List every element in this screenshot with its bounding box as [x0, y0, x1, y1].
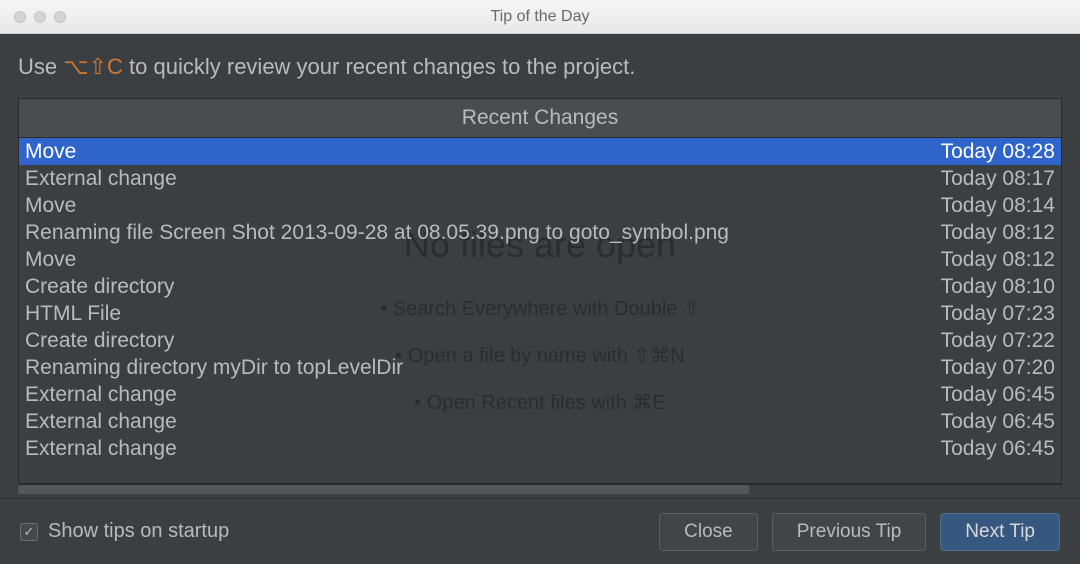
change-time: Today 08:28	[929, 140, 1055, 164]
show-tips-label: Show tips on startup	[48, 520, 229, 543]
change-label: External change	[25, 383, 177, 407]
zoom-window-icon[interactable]	[54, 11, 66, 23]
change-time: Today 08:17	[929, 167, 1055, 191]
list-item[interactable]: Move Today 08:12	[19, 246, 1061, 273]
list-item[interactable]: Create directory Today 07:22	[19, 327, 1061, 354]
show-tips-checkbox-wrap[interactable]: ✓ Show tips on startup	[20, 520, 645, 543]
content-area: Use ⌥⇧C to quickly review your recent ch…	[0, 34, 1080, 498]
horizontal-scrollbar[interactable]	[18, 484, 1062, 494]
next-tip-button[interactable]: Next Tip	[940, 513, 1060, 551]
minimize-window-icon[interactable]	[34, 11, 46, 23]
list-item[interactable]: Create directory Today 08:10	[19, 273, 1061, 300]
show-tips-checkbox[interactable]: ✓	[20, 523, 38, 541]
list-item[interactable]: Move Today 08:14	[19, 192, 1061, 219]
panel-header: Recent Changes	[19, 99, 1061, 138]
list-item[interactable]: External change Today 08:17	[19, 165, 1061, 192]
change-time: Today 08:12	[929, 248, 1055, 272]
titlebar: Tip of the Day	[0, 0, 1080, 34]
change-label: HTML File	[25, 302, 121, 326]
close-button[interactable]: Close	[659, 513, 758, 551]
tip-prefix: Use	[18, 54, 63, 79]
change-label: Renaming file Screen Shot 2013-09-28 at …	[25, 221, 729, 245]
list-item[interactable]: External change Today 06:45	[19, 381, 1061, 408]
change-time: Today 07:20	[929, 356, 1055, 380]
change-label: Create directory	[25, 329, 174, 353]
change-time: Today 06:45	[929, 437, 1055, 461]
keyboard-shortcut: ⌥⇧C	[63, 54, 123, 79]
list-item[interactable]: External change Today 06:45	[19, 435, 1061, 462]
previous-tip-button[interactable]: Previous Tip	[772, 513, 927, 551]
tip-text: Use ⌥⇧C to quickly review your recent ch…	[14, 54, 1066, 98]
close-window-icon[interactable]	[14, 11, 26, 23]
change-time: Today 08:10	[929, 275, 1055, 299]
change-label: Move	[25, 140, 76, 164]
change-time: Today 06:45	[929, 383, 1055, 407]
list-item[interactable]: External change Today 06:45	[19, 408, 1061, 435]
recent-changes-list[interactable]: No files are open • Search Everywhere wi…	[19, 138, 1061, 483]
change-time: Today 07:22	[929, 329, 1055, 353]
change-label: External change	[25, 167, 177, 191]
change-label: Create directory	[25, 275, 174, 299]
change-time: Today 08:12	[929, 221, 1055, 245]
list-item[interactable]: Renaming file Screen Shot 2013-09-28 at …	[19, 219, 1061, 246]
change-label: Renaming directory myDir to topLevelDir	[25, 356, 403, 380]
list-item[interactable]: Move Today 08:28	[19, 138, 1061, 165]
list-item[interactable]: Renaming directory myDir to topLevelDir T…	[19, 354, 1061, 381]
list-item[interactable]: HTML File Today 07:23	[19, 300, 1061, 327]
tip-suffix: to quickly review your recent changes to…	[123, 54, 635, 79]
scrollbar-thumb[interactable]	[18, 485, 749, 494]
change-label: External change	[25, 437, 177, 461]
change-label: External change	[25, 410, 177, 434]
change-label: Move	[25, 194, 76, 218]
footer: ✓ Show tips on startup Close Previous Ti…	[0, 498, 1080, 564]
change-time: Today 08:14	[929, 194, 1055, 218]
window-title: Tip of the Day	[0, 8, 1080, 26]
change-label: Move	[25, 248, 76, 272]
recent-changes-panel: Recent Changes No files are open • Searc…	[18, 98, 1062, 484]
change-time: Today 07:23	[929, 302, 1055, 326]
checkmark-icon: ✓	[24, 524, 35, 540]
change-time: Today 06:45	[929, 410, 1055, 434]
tip-of-the-day-window: Tip of the Day Use ⌥⇧C to quickly review…	[0, 0, 1080, 564]
traffic-lights	[14, 11, 66, 23]
